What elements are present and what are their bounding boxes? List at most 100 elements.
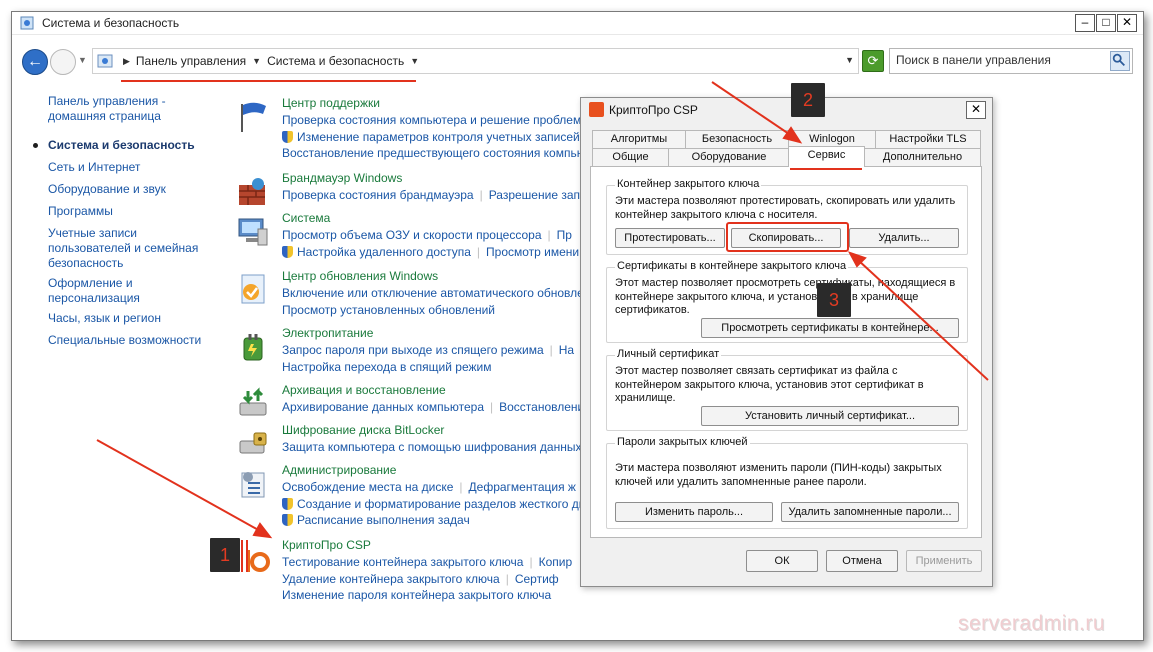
close-button[interactable]: ✕ xyxy=(1117,14,1137,32)
category-link[interactable]: Архивирование данных компьютера | Восстано… xyxy=(282,399,582,416)
category-title[interactable]: Брандмауэр Windows xyxy=(282,171,402,185)
category-title[interactable]: Архивация и восстановление xyxy=(282,383,446,397)
backup-icon xyxy=(239,387,267,416)
category-link[interactable]: Запрос пароля при выходе из спящего режи… xyxy=(282,342,582,359)
nav-hardware-sound[interactable]: Оборудование и звук xyxy=(48,182,166,197)
ok-button[interactable]: ОК xyxy=(746,550,818,572)
category-title[interactable]: Шифрование диска BitLocker xyxy=(282,423,444,437)
uac-shield-icon xyxy=(282,514,293,526)
group-title: Контейнер закрытого ключа xyxy=(615,178,762,190)
category-link[interactable]: Настройка удаленного доступа | Просмотр им… xyxy=(282,244,582,261)
cryptopro-icon xyxy=(246,550,270,572)
category-title[interactable]: Администрирование xyxy=(282,463,396,477)
install-personal-certificate-button[interactable]: Установить личный сертификат... xyxy=(701,406,959,426)
dialog-title: КриптоПро CSP xyxy=(609,103,698,117)
maximize-button[interactable]: □ xyxy=(1096,14,1116,32)
search-icon[interactable] xyxy=(1110,51,1130,71)
nav-system-security[interactable]: Система и безопасность xyxy=(48,138,195,153)
admin-tools-icon xyxy=(241,472,265,498)
category-link[interactable]: Настройка перехода в спящий режим xyxy=(282,359,582,376)
breadcrumb-system-security[interactable]: Система и безопасность xyxy=(267,54,404,68)
group-title: Пароли закрытых ключей xyxy=(615,436,750,448)
cryptopro-dialog: КриптоПро CSP ✕ Алгоритмы Безопасность W… xyxy=(580,97,993,587)
nav-clock-region[interactable]: Часы, язык и регион xyxy=(48,311,161,326)
window-buttons: – □ ✕ xyxy=(1074,14,1137,32)
category-link[interactable]: Просмотр объема ОЗУ и скорости процессор… xyxy=(282,227,582,244)
category-link[interactable]: Освобождение места на диске | Дефрагментац… xyxy=(282,479,582,496)
category-link[interactable]: Изменение параметров контроля учетных за… xyxy=(282,129,582,146)
category-link[interactable]: Тестирование контейнера закрытого ключа |… xyxy=(282,554,582,571)
category-link[interactable]: Удаление контейнера закрытого ключа | Серт… xyxy=(282,571,582,588)
minimize-button[interactable]: – xyxy=(1075,14,1095,32)
category-title[interactable]: Система xyxy=(282,211,330,225)
forward-button[interactable] xyxy=(50,49,76,75)
chevron-down-icon[interactable]: ▼ xyxy=(845,55,854,65)
delete-container-button[interactable]: Удалить... xyxy=(849,228,959,248)
watermark: serveradmin.ru xyxy=(958,612,1106,635)
tab-algorithms[interactable]: Алгоритмы xyxy=(592,130,686,148)
power-icon xyxy=(243,334,263,361)
category-link[interactable]: Изменение пароля контейнера закрытого кл… xyxy=(282,587,582,604)
tab-hardware[interactable]: Оборудование xyxy=(668,148,790,166)
category-title[interactable]: Центр поддержки xyxy=(282,96,380,110)
windows-update-icon xyxy=(241,274,265,304)
group-container-certificates: Сертификаты в контейнере закрытого ключа… xyxy=(606,260,968,343)
step-marker-2: 2 xyxy=(791,83,825,117)
breadcrumb-arrow-icon[interactable]: ▼ xyxy=(252,56,261,66)
apply-button[interactable]: Применить xyxy=(906,550,982,572)
navigation-toolbar: ← ▼ ▶ Панель управления ▼ Система и безо… xyxy=(12,46,1143,75)
tab-service[interactable]: Сервис xyxy=(788,146,865,167)
breadcrumb-arrow-icon[interactable]: ▶ xyxy=(123,56,130,67)
control-panel-icon xyxy=(97,54,113,68)
category-link[interactable]: Проверка состояния компьютера и решение … xyxy=(282,112,582,129)
group-personal-certificate: Личный сертификат Этот мастер позволяет … xyxy=(606,348,968,431)
recent-pages-dropdown[interactable]: ▼ xyxy=(78,55,87,65)
dialog-close-button[interactable]: ✕ xyxy=(966,101,986,119)
step-marker-1: 1 xyxy=(210,538,240,572)
search-input[interactable] xyxy=(896,53,1096,67)
change-password-button[interactable]: Изменить пароль... xyxy=(615,502,773,522)
nav-accessibility[interactable]: Специальные возможности xyxy=(48,333,201,348)
category-title[interactable]: Центр обновления Windows xyxy=(282,269,438,283)
test-container-button[interactable]: Протестировать... xyxy=(615,228,725,248)
category-link[interactable]: Включение или отключение автоматического… xyxy=(282,285,582,302)
category-link[interactable]: Просмотр установленных обновлений xyxy=(282,302,582,319)
nav-home-link[interactable]: Панель управления - домашняя страница xyxy=(48,94,178,124)
breadcrumb-arrow-icon[interactable]: ▼ xyxy=(410,56,419,66)
category-title[interactable]: Электропитание xyxy=(282,326,373,340)
category-title[interactable]: КриптоПро CSP xyxy=(282,538,371,552)
delete-saved-passwords-button[interactable]: Удалить запомненные пароли... xyxy=(781,502,959,522)
breadcrumb-control-panel[interactable]: Панель управления xyxy=(136,54,246,68)
nav-user-accounts[interactable]: Учетные записи пользователей и семейная … xyxy=(48,226,213,271)
group-description: Этот мастер позволяет связать сертификат… xyxy=(615,365,924,404)
window-titlebar: Система и безопасность – □ ✕ xyxy=(12,12,1143,35)
firewall-icon xyxy=(239,178,265,205)
control-panel-icon xyxy=(20,16,34,30)
category-link[interactable]: Проверка состояния брандмауэра | Разрешени… xyxy=(282,187,582,204)
address-bar[interactable]: ▶ Панель управления ▼ Система и безопасн… xyxy=(92,48,859,74)
nav-programs[interactable]: Программы xyxy=(48,204,113,219)
cancel-button[interactable]: Отмена xyxy=(826,550,898,572)
category-link[interactable]: Создание и форматирование разделов жестк… xyxy=(282,496,582,513)
refresh-button[interactable]: ⟳ xyxy=(862,50,884,72)
view-certificates-button[interactable]: Просмотреть сертификаты в контейнере... xyxy=(701,318,959,338)
uac-shield-icon xyxy=(282,245,293,258)
nav-network[interactable]: Сеть и Интернет xyxy=(48,160,140,175)
breadcrumb-highlight-line xyxy=(121,80,416,82)
search-box[interactable] xyxy=(889,48,1133,74)
group-description: Эти мастера позволяют изменить пароли (П… xyxy=(615,462,942,488)
tab-advanced[interactable]: Дополнительно xyxy=(864,148,981,166)
tab-general[interactable]: Общие xyxy=(592,148,669,166)
tab-security[interactable]: Безопасность xyxy=(685,130,789,148)
category-link[interactable]: Восстановление предшествующего состояния… xyxy=(282,145,582,162)
back-button[interactable]: ← xyxy=(22,49,48,75)
window-title: Система и безопасность xyxy=(42,16,180,30)
computer-icon xyxy=(238,218,268,246)
category-link[interactable]: Защита компьютера с помощью шифрования д… xyxy=(282,439,582,456)
category-link[interactable]: Расписание выполнения задач xyxy=(282,512,582,529)
group-title: Сертификаты в контейнере закрытого ключа xyxy=(615,260,849,272)
service-tab-highlight-line xyxy=(790,168,862,170)
group-description: Эти мастера позволяют протестировать, ск… xyxy=(615,195,956,221)
tab-tls-settings[interactable]: Настройки TLS xyxy=(875,130,981,148)
nav-appearance[interactable]: Оформление и персонализация xyxy=(48,276,178,306)
